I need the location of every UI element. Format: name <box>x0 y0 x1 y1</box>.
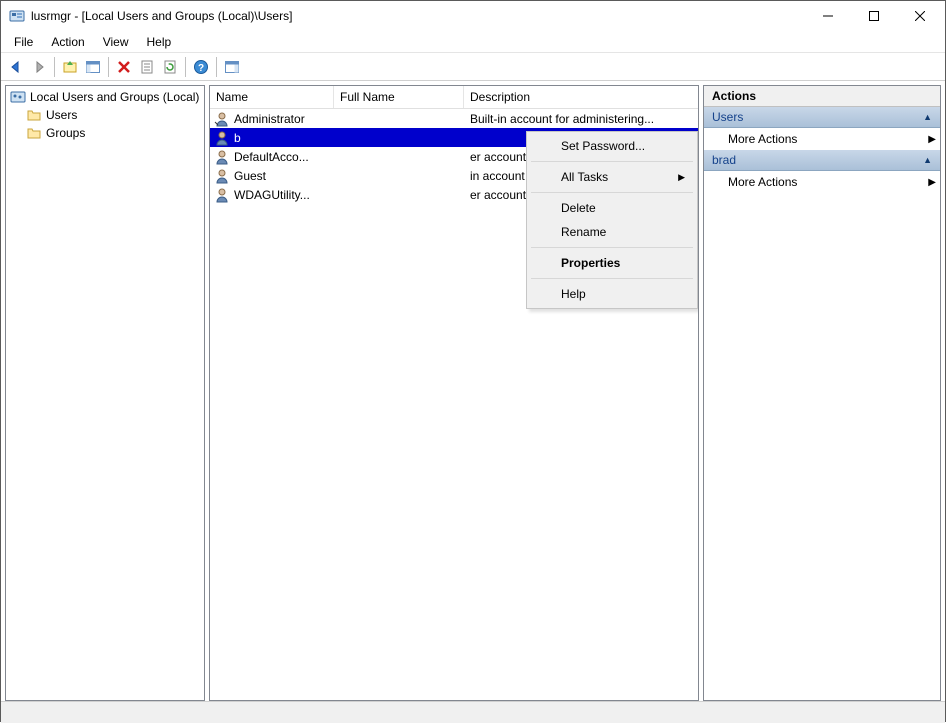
submenu-arrow-icon: ▶ <box>678 172 685 183</box>
refresh-button[interactable] <box>159 56 181 78</box>
menu-help[interactable]: Help <box>138 33 181 51</box>
cell-name: b <box>234 131 241 145</box>
cell-name: WDAGUtility... <box>234 188 310 202</box>
actions-pane: Actions Users ▲ More Actions ▶ brad ▲ Mo… <box>703 85 941 701</box>
context-separator <box>531 278 693 279</box>
context-separator <box>531 161 693 162</box>
tree-root-item[interactable]: Local Users and Groups (Local) <box>8 88 202 106</box>
menu-action[interactable]: Action <box>42 33 93 51</box>
context-separator <box>531 247 693 248</box>
svg-text:?: ? <box>198 63 204 74</box>
cell-name: Administrator <box>234 112 305 126</box>
app-icon <box>9 8 25 24</box>
context-menu: Set Password... All Tasks ▶ Delete Renam… <box>526 131 698 309</box>
list-pane: Name Full Name Description Administrator… <box>209 85 699 701</box>
context-set-password[interactable]: Set Password... <box>529 134 695 158</box>
actions-more-users[interactable]: More Actions ▶ <box>704 128 940 150</box>
show-hide-tree-button[interactable] <box>82 56 104 78</box>
user-icon <box>214 168 230 184</box>
toolbar-divider <box>54 57 55 77</box>
actions-more-selected[interactable]: More Actions ▶ <box>704 171 940 193</box>
context-properties[interactable]: Properties <box>529 251 695 275</box>
column-name[interactable]: Name <box>210 86 334 108</box>
close-button[interactable] <box>897 1 943 31</box>
list-header: Name Full Name Description <box>210 86 698 109</box>
column-fullname[interactable]: Full Name <box>334 86 464 108</box>
user-icon <box>214 130 230 146</box>
collapse-icon: ▲ <box>923 155 932 165</box>
menu-view[interactable]: View <box>94 33 138 51</box>
help-button[interactable]: ? <box>190 56 212 78</box>
toolbar: ? <box>1 53 945 81</box>
user-icon <box>214 111 230 127</box>
toolbar-divider <box>108 57 109 77</box>
toolbar-divider <box>216 57 217 77</box>
tree-root-label: Local Users and Groups (Local) <box>30 90 199 104</box>
actions-section-title: brad <box>712 153 736 167</box>
menu-file[interactable]: File <box>5 33 42 51</box>
actions-section-selected[interactable]: brad ▲ <box>704 150 940 171</box>
toolbar-divider <box>185 57 186 77</box>
user-icon <box>214 187 230 203</box>
minimize-button[interactable] <box>805 1 851 31</box>
window-buttons <box>805 1 943 31</box>
tree-users-label: Users <box>46 108 77 122</box>
tree-groups-label: Groups <box>46 126 85 140</box>
column-description[interactable]: Description <box>464 86 698 108</box>
collapse-icon: ▲ <box>923 112 932 122</box>
actions-header: Actions <box>704 86 940 107</box>
client-area: Local Users and Groups (Local) Users Gro… <box>1 81 945 701</box>
forward-button[interactable] <box>28 56 50 78</box>
tree-item-groups[interactable]: Groups <box>24 124 202 142</box>
properties-button[interactable] <box>136 56 158 78</box>
actions-section-title: Users <box>712 110 743 124</box>
title-bar: lusrmgr - [Local Users and Groups (Local… <box>1 1 945 31</box>
window-title: lusrmgr - [Local Users and Groups (Local… <box>31 9 805 23</box>
folder-icon <box>26 107 42 123</box>
show-hide-action-pane-button[interactable] <box>221 56 243 78</box>
cell-description: Built-in account for administering... <box>470 112 654 126</box>
tree-pane: Local Users and Groups (Local) Users Gro… <box>5 85 205 701</box>
maximize-button[interactable] <box>851 1 897 31</box>
list-row[interactable]: Administrator Built-in account for admin… <box>210 109 698 128</box>
chevron-right-icon: ▶ <box>928 134 936 145</box>
computer-icon <box>10 89 26 105</box>
back-button[interactable] <box>5 56 27 78</box>
up-button[interactable] <box>59 56 81 78</box>
user-icon <box>214 149 230 165</box>
cell-name: Guest <box>234 169 266 183</box>
context-separator <box>531 192 693 193</box>
tree-item-users[interactable]: Users <box>24 106 202 124</box>
cell-name: DefaultAcco... <box>234 150 309 164</box>
context-rename[interactable]: Rename <box>529 220 695 244</box>
menu-bar: File Action View Help <box>1 31 945 53</box>
context-delete[interactable]: Delete <box>529 196 695 220</box>
status-bar <box>1 701 945 723</box>
actions-section-users[interactable]: Users ▲ <box>704 107 940 128</box>
context-all-tasks[interactable]: All Tasks ▶ <box>529 165 695 189</box>
folder-icon <box>26 125 42 141</box>
delete-button[interactable] <box>113 56 135 78</box>
context-help[interactable]: Help <box>529 282 695 306</box>
chevron-right-icon: ▶ <box>928 177 936 188</box>
